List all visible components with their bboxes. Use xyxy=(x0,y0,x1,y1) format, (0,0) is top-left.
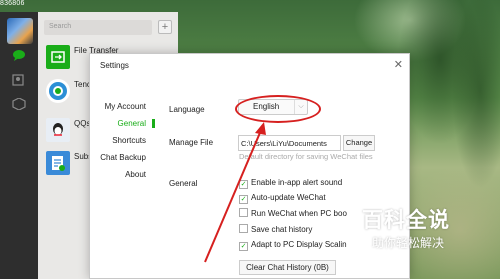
watermark: 百科全说 助你轻松解决 xyxy=(362,204,500,256)
watermark-title: 百科全说 xyxy=(362,209,450,232)
watermark-subtitle: 助你轻松解决 xyxy=(372,236,445,250)
